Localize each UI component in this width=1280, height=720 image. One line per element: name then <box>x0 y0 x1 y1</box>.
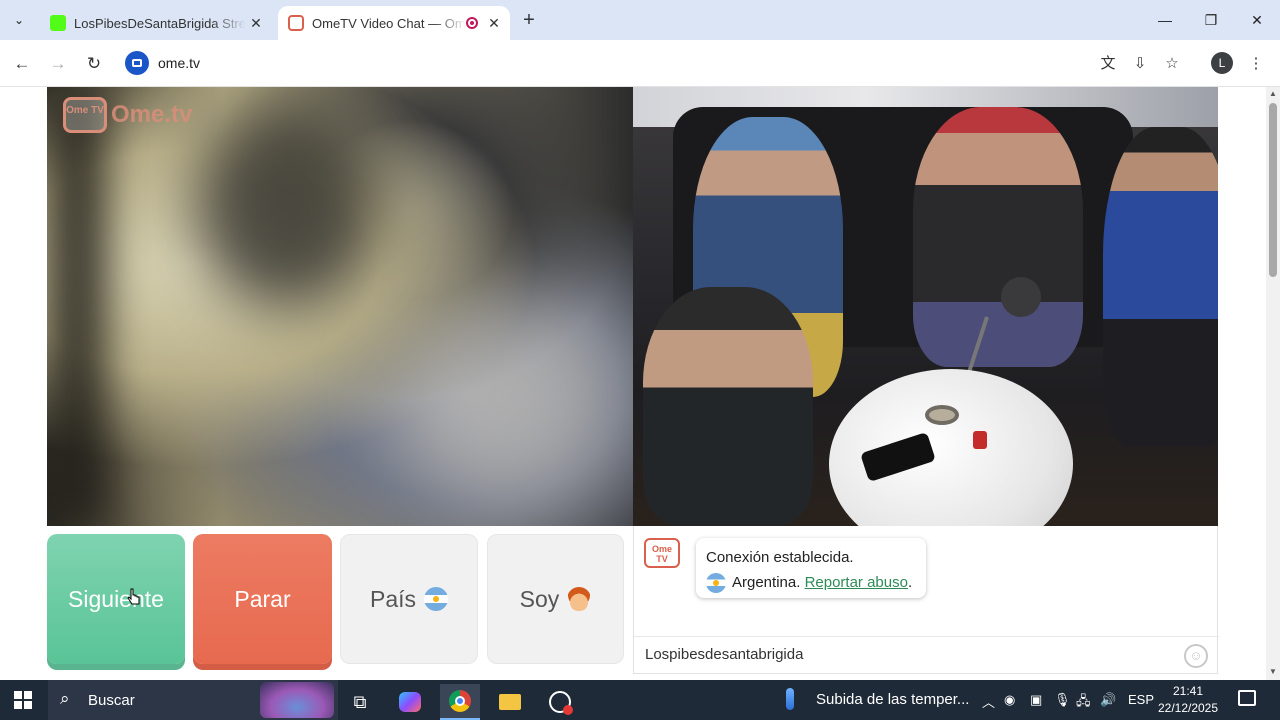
gender-button[interactable]: Soy <box>487 534 624 664</box>
ometv-page: Ome TV Ome.tv Siguiente Parar País Soy O… <box>0 87 1266 680</box>
next-button-label: Siguiente <box>68 585 164 612</box>
translate-icon[interactable]: 文 <box>1096 52 1120 76</box>
microphone <box>1001 277 1041 317</box>
url-text[interactable]: ome.tv <box>158 55 200 71</box>
search-highlight-image <box>260 682 334 718</box>
tab-title: OmeTV Video Chat — Ome <box>312 15 466 31</box>
task-view-icon[interactable]: ⧉ <box>340 684 380 720</box>
clock[interactable]: 21:41 22/12/2025 <box>1156 683 1220 717</box>
reload-icon[interactable]: ↻ <box>82 52 106 76</box>
tab-kick-stream[interactable]: LosPibesDeSantaBrigida Stream ✕ <box>40 6 272 40</box>
windows-taskbar: ⌕ Buscar ⧉ Subida de las temper... ︿ ◉ ▣… <box>0 680 1280 720</box>
close-tab-icon[interactable]: ✕ <box>246 13 266 33</box>
tab-search-chevron-icon[interactable]: ⌄ <box>6 8 32 32</box>
microphone-tray-icon[interactable]: 🎙 <box>1054 692 1071 708</box>
scroll-up-icon[interactable]: ▲ <box>1268 89 1278 98</box>
person-figure <box>1103 127 1218 447</box>
next-button[interactable]: Siguiente <box>47 534 185 664</box>
partner-country: Argentina. <box>732 574 801 591</box>
notifications-icon[interactable] <box>1238 690 1256 706</box>
country-button[interactable]: País <box>340 534 478 664</box>
partner-country-line: Argentina. Reportar abuso. <box>706 570 916 595</box>
profile-avatar[interactable]: L <box>1211 52 1233 74</box>
boy-emoji-icon <box>567 587 592 611</box>
stop-button-label: Parar <box>234 585 291 612</box>
back-arrow-icon[interactable]: ← <box>10 52 34 76</box>
chat-ometv-logo-icon: Ome TV <box>644 538 680 568</box>
connection-status: Conexión establecida. <box>706 549 854 566</box>
volume-icon[interactable]: 🔊 <box>1100 692 1116 708</box>
chat-message-input[interactable]: Lospibesdesantabrigida <box>645 646 803 663</box>
clock-time: 21:41 <box>1172 684 1204 698</box>
bookmark-star-icon[interactable]: ☆ <box>1160 52 1184 76</box>
chat-panel: Ome TV Conexión establecida. Argentina. … <box>633 526 1219 674</box>
menu-kebab-icon[interactable]: ⋮ <box>1244 52 1268 76</box>
install-app-icon[interactable]: ⇩ <box>1128 52 1152 76</box>
remote-video <box>633 87 1218 526</box>
stop-button[interactable]: Parar <box>193 534 332 664</box>
hand-cursor-icon <box>127 588 140 605</box>
browser-toolbar: ← → ↻ ome.tv 文 ⇩ ☆ L ⋮ <box>0 40 1280 87</box>
network-icon[interactable]: 🖧 <box>1076 692 1091 714</box>
record-tray-icon[interactable]: ◉ <box>1004 692 1015 708</box>
screen-recorder-icon[interactable] <box>540 684 580 720</box>
argentina-flag-icon <box>706 573 726 594</box>
language-indicator[interactable]: ESP <box>1128 692 1154 707</box>
meet-now-icon[interactable]: ▣ <box>1030 692 1042 708</box>
system-message: Conexión establecida. Argentina. Reporta… <box>696 538 926 598</box>
kick-favicon-icon <box>50 15 66 31</box>
ometv-logo-tv: Ome TV <box>63 97 107 133</box>
windows-start-icon[interactable] <box>14 691 32 709</box>
scrollbar-thumb[interactable] <box>1269 103 1277 277</box>
ometv-logo-name: Ome.tv <box>111 101 193 128</box>
chat-input-row: Lospibesdesantabrigida ☺ <box>634 636 1219 674</box>
minimize-icon[interactable]: — <box>1152 8 1178 32</box>
tab-title: LosPibesDeSantaBrigida Stream <box>74 15 246 31</box>
weather-widget[interactable]: Subida de las temper... <box>786 688 969 710</box>
tab-bar: ⌄ LosPibesDeSantaBrigida Stream ✕ OmeTV … <box>0 0 1280 40</box>
scroll-down-icon[interactable]: ▼ <box>1268 667 1278 676</box>
close-window-icon[interactable]: ✕ <box>1244 8 1270 32</box>
ometv-logo: Ome TV Ome.tv <box>63 97 192 133</box>
argentina-flag-icon <box>424 587 449 611</box>
report-abuse-link[interactable]: Reportar abuso <box>805 574 908 591</box>
ometv-favicon-icon <box>288 15 304 31</box>
search-icon: ⌕ <box>60 689 70 708</box>
round-table <box>829 369 1073 526</box>
gender-button-label: Soy <box>519 585 560 612</box>
emoji-picker-icon[interactable]: ☺ <box>1184 644 1208 668</box>
taskbar-search[interactable]: ⌕ Buscar <box>48 680 338 720</box>
country-button-label: País <box>369 585 417 612</box>
tab-ometv[interactable]: OmeTV Video Chat — Ome ✕ <box>278 6 510 40</box>
file-explorer-icon[interactable] <box>490 684 530 720</box>
person-figure <box>913 107 1083 367</box>
address-bar[interactable]: ome.tv <box>118 46 1198 80</box>
site-info-icon[interactable] <box>125 51 149 75</box>
thermometer-icon <box>786 688 794 710</box>
local-video: Ome TV Ome.tv <box>47 87 633 526</box>
forward-arrow-icon[interactable]: → <box>46 52 70 76</box>
new-tab-button[interactable]: + <box>518 10 540 32</box>
copilot-icon[interactable] <box>390 684 430 720</box>
chrome-icon[interactable] <box>440 684 480 720</box>
clock-date: 22/12/2025 <box>1157 701 1219 715</box>
tray-chevron-up-icon[interactable]: ︿ <box>982 692 995 711</box>
close-tab-icon[interactable]: ✕ <box>484 13 504 33</box>
weather-text: Subida de las temper... <box>816 690 970 708</box>
taskbar-search-text: Buscar <box>88 692 135 709</box>
restore-icon[interactable]: ❐ <box>1198 8 1224 32</box>
page-scrollbar[interactable]: ▲ ▼ <box>1266 87 1280 680</box>
recording-indicator-icon <box>466 17 478 29</box>
person-figure <box>643 287 813 526</box>
